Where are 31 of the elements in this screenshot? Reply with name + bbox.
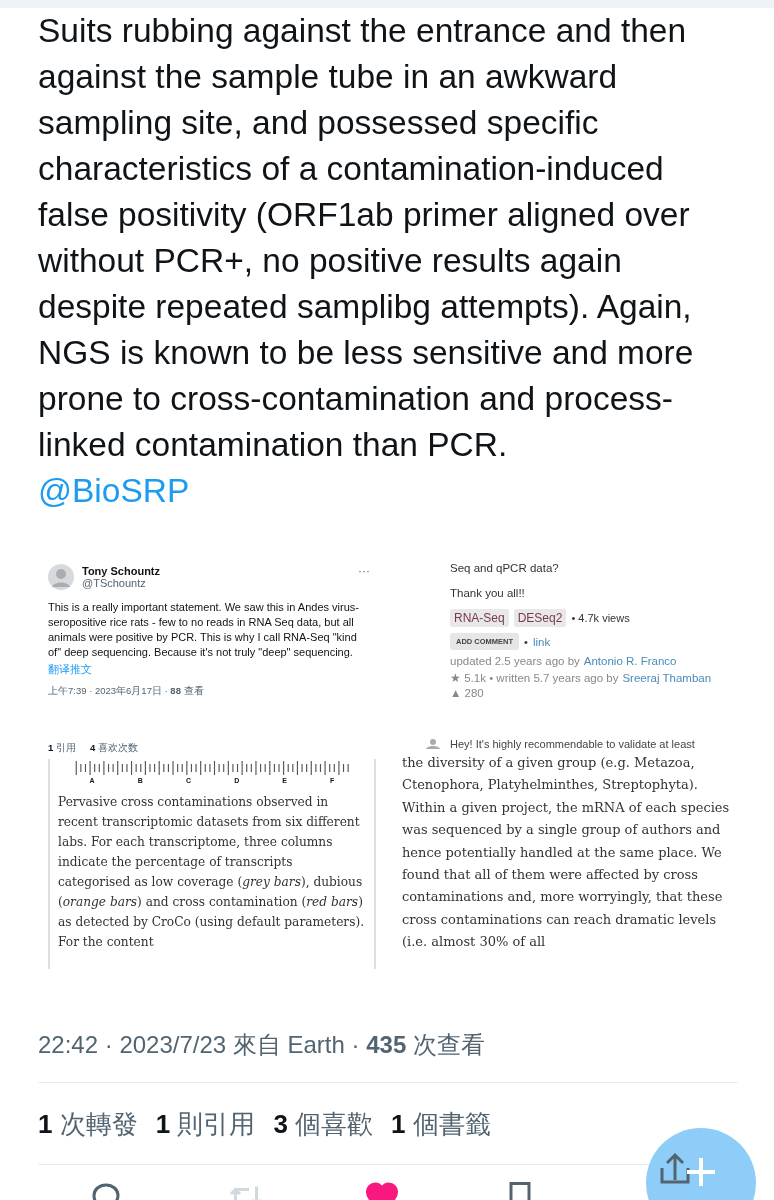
compose-button[interactable] — [646, 1128, 756, 1200]
user-icon — [426, 739, 440, 749]
stat-count[interactable]: 1 個書籤 — [391, 1106, 491, 1142]
question-text: Thank you all!! — [450, 587, 525, 599]
tweet-text: Suits rubbing against the entrance and then against the sample tube in an awkward sampling site, and possessed specific characteristics of a contamination-induced false positivity (ORF1ab primer aligned over without PCR+, no positive results again despite repeated samplibg attempts). Again, NGS is known to be less sensitive and more prone to cross-contamination and process-linked contamination than PCR. — [38, 11, 695, 465]
stat-count[interactable]: 3 個喜歡 — [273, 1106, 374, 1142]
written-info: ★ 5.1k • written 5.7 years ago by — [450, 671, 619, 686]
author-handle: @TSchountz — [82, 577, 147, 589]
question-text: Seq and qPCR data? — [450, 562, 559, 574]
more-button[interactable]: ··· — [358, 564, 370, 578]
stat-count: 4 喜欢次数 — [89, 742, 138, 755]
vote-count: ▲ 280 — [450, 687, 484, 699]
quoted-tweet-text: This is a really important statement. We saw this in Andes virus-seropositive rice rats - few to no reads in RNA Seq data, but all animals were positive by PCR. This is why I call RNA-Seq "kind of" deep sequencing. Because it's not truly "deep" sequencing. — [48, 600, 360, 660]
link[interactable]: link — [532, 635, 551, 648]
tag[interactable]: RNA-Seq — [450, 609, 509, 627]
article-text: the diversity of a given group (e.g. Metazoa, Ctenophora, Platyhelminthes, Streptophyta). Within a given project, the mRNA of each species was sequenced by a single group of authors and hence potentially handled at the same place. We found that all of them were affected by cross contaminations and, more worryingly, that these cross contaminations can reach dramatic levels (i.e. almost 30% of all — [402, 754, 731, 952]
stat-count[interactable]: 1 則引用 — [155, 1106, 256, 1142]
user-link[interactable]: Sreeraj Thamban — [622, 670, 712, 687]
avatar-icon — [48, 564, 74, 590]
comment-text: Hey! It's highly recommendable to validate at least — [450, 738, 695, 750]
stat-count: 1 引用 — [48, 742, 76, 755]
user-link[interactable]: Antonio R. Franco — [583, 653, 677, 670]
update-info: updated 2.5 years ago by — [450, 654, 580, 669]
separator-dot: • — [524, 635, 528, 648]
stat-count[interactable]: 1 次轉發 — [38, 1106, 138, 1142]
tweet-meta: 上午7:39 · 2023年6月17日 · 88 查看 — [48, 685, 204, 698]
author-name: Tony Schountz — [82, 565, 160, 577]
tag[interactable]: DESeq2 — [513, 609, 567, 627]
tweet-meta: 22:42 · 2023/7/23 來自 Earth · 435 次查看 — [38, 1030, 485, 1060]
view-count: • 4.7k views — [571, 612, 630, 624]
figure-caption: Pervasive cross contaminations observed in recent transcriptomic datasets from six different labs. For each transcriptome, three columns indicate the percentage of transcripts categorised as low coverage (grey bars), dubious (orange bars) and cross contamination (red bars) as detected by CroCo (using default parameters). For the content — [58, 794, 366, 951]
